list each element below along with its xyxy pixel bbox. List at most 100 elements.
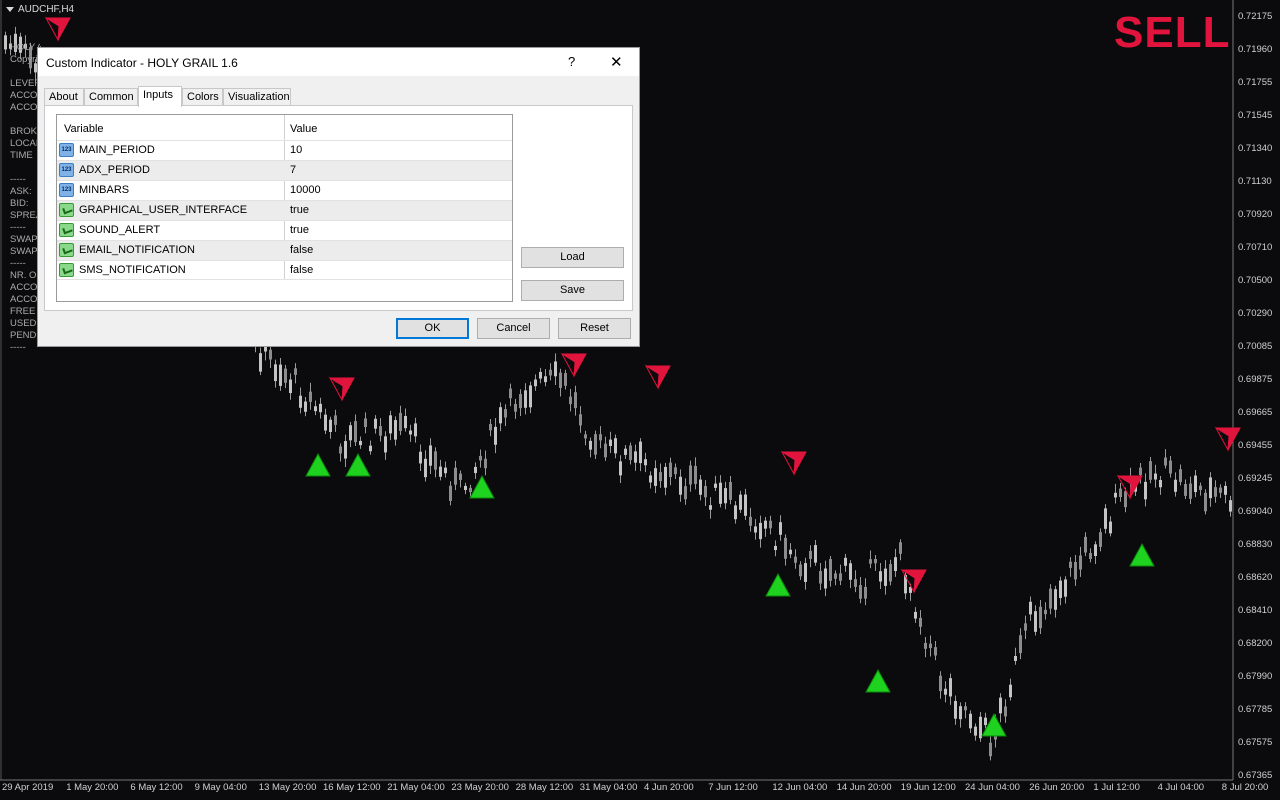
ok-button[interactable]: OK: [396, 318, 469, 339]
candle-body: [659, 472, 662, 482]
save-button[interactable]: Save: [521, 280, 624, 301]
date-tick-label: 1 Jul 12:00: [1093, 782, 1140, 793]
variable-value[interactable]: true: [290, 204, 309, 216]
info-line: LOCAL TIME: [10, 138, 40, 149]
variable-name: GRAPHICAL_USER_INTERFACE: [79, 204, 248, 216]
candle-body: [1029, 601, 1032, 615]
table-row[interactable]: EMAIL_NOTIFICATION false: [57, 240, 512, 260]
variable-name: SOUND_ALERT: [79, 224, 161, 236]
candle-body: [1204, 492, 1207, 512]
candle-body: [784, 537, 787, 559]
buy-arrow-icon: [305, 452, 331, 477]
candle-body: [749, 516, 752, 526]
tab-about[interactable]: About: [44, 88, 84, 105]
candle-body: [624, 448, 627, 455]
table-row[interactable]: 123 MINBARS 10000: [57, 180, 512, 200]
account-info-panel: HOLY GRAIL INDICATOR V1.6Copyright LEVER…: [10, 42, 40, 354]
candle-body: [434, 451, 437, 470]
candle-body: [864, 586, 867, 599]
tab-visualization[interactable]: Visualization: [223, 88, 291, 105]
inputs-grid[interactable]: Variable Value 123 MAIN_PERIOD 10 123 AD…: [56, 114, 513, 302]
candle-body: [1169, 460, 1172, 474]
candle-body: [1004, 706, 1007, 717]
candle-body: [279, 364, 282, 386]
dialog-titlebar[interactable]: Custom Indicator - HOLY GRAIL 1.6 ? ✕: [38, 48, 639, 76]
boolean-icon: [59, 223, 74, 237]
table-row[interactable]: SMS_NOTIFICATION false: [57, 260, 512, 280]
candle-body: [489, 423, 492, 431]
variable-value[interactable]: false: [290, 244, 313, 256]
candle-body: [1219, 487, 1222, 493]
load-button[interactable]: Load: [521, 247, 624, 268]
candle-body: [759, 522, 762, 540]
table-row[interactable]: SOUND_ALERT true: [57, 220, 512, 240]
price-tick-label: 0.72175: [1238, 11, 1273, 22]
close-icon[interactable]: ✕: [610, 53, 623, 71]
candle-body: [299, 395, 302, 408]
inputs-panel: Variable Value 123 MAIN_PERIOD 10 123 AD…: [44, 105, 633, 311]
column-value[interactable]: Value: [290, 123, 317, 135]
tab-inputs[interactable]: Inputs: [138, 86, 182, 107]
candle-body: [919, 617, 922, 627]
column-variable[interactable]: Variable: [64, 123, 104, 135]
candle-body: [619, 461, 622, 476]
cancel-button[interactable]: Cancel: [477, 318, 550, 339]
candle-body: [839, 573, 842, 581]
candle-body: [1149, 461, 1152, 480]
info-line: -----: [10, 174, 26, 185]
date-tick-label: 4 Jun 20:00: [644, 782, 694, 793]
candle-body: [1164, 457, 1167, 466]
variable-value[interactable]: true: [290, 224, 309, 236]
price-tick-label: 0.71130: [1238, 176, 1272, 187]
candle-body: [514, 403, 517, 412]
table-row[interactable]: 123 ADX_PERIOD 7: [57, 160, 512, 180]
info-line: -----: [10, 342, 26, 353]
info-line: ACCOUNT: [10, 282, 40, 293]
variable-value[interactable]: false: [290, 264, 313, 276]
price-tick-label: 0.68620: [1238, 572, 1273, 583]
candle-body: [594, 434, 597, 455]
boolean-icon: [59, 263, 74, 277]
candle-body: [449, 485, 452, 501]
candle-body: [929, 643, 932, 649]
candle-body: [1159, 479, 1162, 488]
candle-body: [639, 441, 642, 464]
candle-body: [1089, 552, 1092, 559]
dialog-title: Custom Indicator - HOLY GRAIL 1.6: [46, 56, 238, 70]
candle-body: [559, 372, 562, 388]
variable-value[interactable]: 10: [290, 144, 302, 156]
variable-name: MAIN_PERIOD: [79, 144, 155, 156]
candle-body: [719, 482, 722, 504]
table-row[interactable]: GRAPHICAL_USER_INTERFACE true: [57, 200, 512, 220]
reset-button[interactable]: Reset: [558, 318, 631, 339]
candle-body: [339, 446, 342, 454]
price-tick-label: 0.67785: [1238, 704, 1273, 715]
candle-body: [854, 579, 857, 587]
date-tick-label: 14 Jun 20:00: [836, 782, 892, 793]
candle-body: [779, 522, 782, 535]
sell-arrow-icon: [644, 364, 671, 390]
candle-body: [354, 421, 357, 443]
candle-body: [364, 418, 367, 428]
candle-body: [974, 726, 977, 736]
chart-symbol[interactable]: AUDCHF,H4: [6, 4, 74, 15]
date-tick-label: 6 May 12:00: [130, 782, 183, 793]
info-line: ACCOUNT: [10, 90, 40, 101]
variable-value[interactable]: 10000: [290, 184, 321, 196]
tab-colors[interactable]: Colors: [182, 88, 223, 105]
candle-body: [304, 401, 307, 412]
candle-body: [939, 675, 942, 692]
date-tick-label: 1 May 20:00: [66, 782, 119, 793]
help-icon[interactable]: ?: [568, 54, 575, 69]
variable-value[interactable]: 7: [290, 164, 296, 176]
integer-icon: 123: [59, 163, 74, 177]
candle-body: [814, 545, 817, 563]
candle-body: [789, 549, 792, 555]
candle-body: [799, 564, 802, 577]
candle-body: [344, 441, 347, 459]
table-row[interactable]: 123 MAIN_PERIOD 10: [57, 140, 512, 160]
candle-body: [589, 440, 592, 450]
tab-common[interactable]: Common: [84, 88, 138, 105]
price-tick-label: 0.70710: [1238, 242, 1273, 253]
candle-body: [414, 423, 417, 437]
